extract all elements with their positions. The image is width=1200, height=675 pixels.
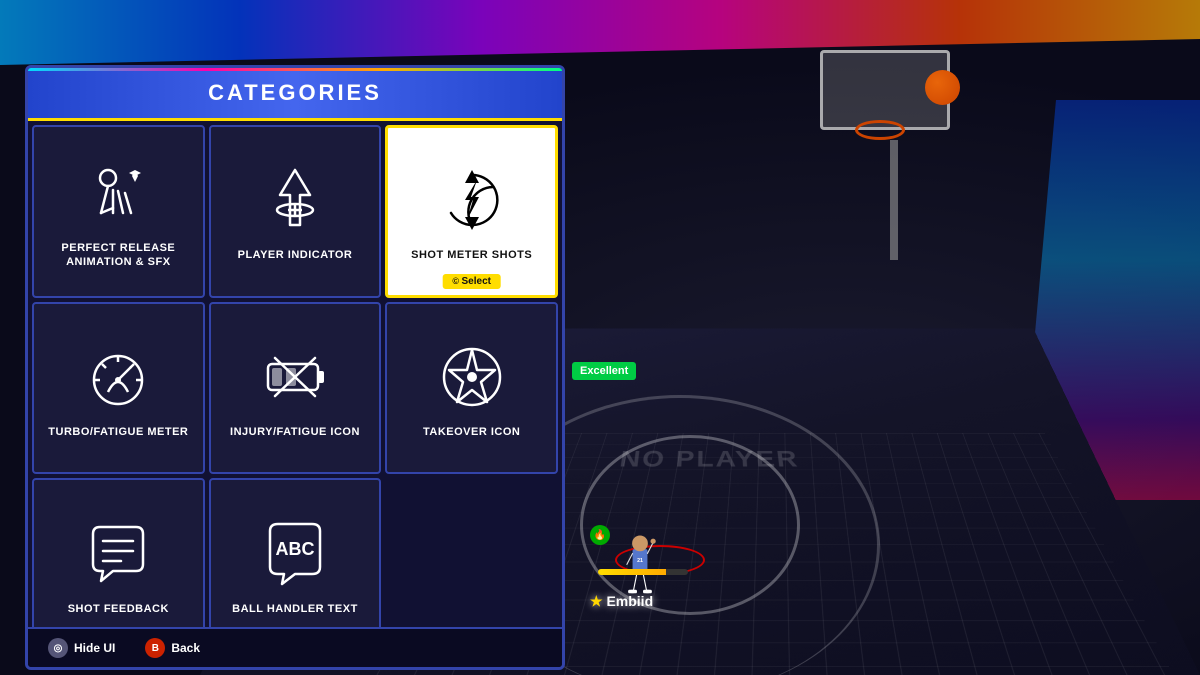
category-perfect-release[interactable]: PERFECT RELEASEANIMATION & SFX [32, 125, 205, 298]
perfect-release-label: PERFECT RELEASEANIMATION & SFX [61, 241, 175, 270]
stamina-bar-container [598, 567, 688, 575]
category-takeover[interactable]: TAKEOVER ICON [385, 302, 558, 475]
category-turbo-fatigue[interactable]: TURBO/FATIGUE METER [32, 302, 205, 475]
turbo-fatigue-icon [78, 337, 158, 417]
injury-fatigue-icon [255, 337, 335, 417]
player-name: Embiid [590, 593, 653, 610]
backboard-area [800, 30, 1000, 230]
category-injury-fatigue[interactable]: INJURY/FATIGUE ICON [209, 302, 382, 475]
back-button[interactable]: B [145, 638, 165, 658]
panel-title: CATEGORIES [40, 80, 550, 106]
shot-feedback-icon [78, 514, 158, 594]
back-action[interactable]: B Back [145, 638, 200, 658]
pole [890, 140, 898, 260]
svg-text:ABC: ABC [275, 539, 314, 559]
ball-handler-icon: ABC [255, 514, 335, 594]
hide-ui-button[interactable]: ◎ [48, 638, 68, 658]
bottom-bar: ◎ Hide UI B Back [28, 627, 565, 667]
basketball [925, 70, 960, 105]
rim [855, 120, 905, 140]
category-shot-meter[interactable]: SHOT METER SHOTS Select [385, 125, 558, 298]
categories-panel: CATEGORIES PERFECT RELEASEANIMATIO [25, 65, 565, 670]
shot-feedback-label: SHOT FEEDBACK [68, 602, 169, 616]
top-banner [0, 0, 1200, 65]
takeover-hud-icon: 🔥 [590, 525, 610, 545]
categories-grid: PERFECT RELEASEANIMATION & SFX PLAYER IN… [28, 121, 562, 655]
category-player-indicator[interactable]: PLAYER INDICATOR [209, 125, 382, 298]
player-figure: 21 [605, 525, 675, 595]
hide-ui-action[interactable]: ◎ Hide UI [48, 638, 115, 658]
player-indicator-icon [255, 160, 335, 240]
shot-meter-label: SHOT METER SHOTS [411, 248, 532, 262]
hide-ui-label: Hide UI [74, 641, 115, 655]
court-text: NO PLAYER [618, 446, 801, 472]
takeover-icon [432, 337, 512, 417]
category-shot-feedback[interactable]: SHOT FEEDBACK [32, 478, 205, 651]
panel-header: CATEGORIES [28, 68, 562, 121]
takeover-label: TAKEOVER ICON [423, 425, 520, 439]
stamina-fill [598, 569, 666, 575]
stamina-bar [598, 569, 688, 575]
takeover-icons-hud: 🔥 [590, 525, 610, 546]
shot-meter-icon [432, 160, 512, 240]
svg-text:21: 21 [637, 558, 643, 564]
turbo-fatigue-label: TURBO/FATIGUE METER [48, 425, 188, 439]
perfect-release-icon [78, 153, 158, 233]
player-indicator-label: PLAYER INDICATOR [238, 248, 353, 262]
excellent-badge: Excellent [572, 362, 636, 380]
ball-handler-label: BALL HANDLER TEXT [232, 602, 358, 616]
category-ball-handler[interactable]: ABC BALL HANDLER TEXT [209, 478, 382, 651]
select-badge[interactable]: Select [442, 274, 501, 289]
back-label: Back [171, 641, 200, 655]
injury-fatigue-label: INJURY/FATIGUE ICON [230, 425, 360, 439]
